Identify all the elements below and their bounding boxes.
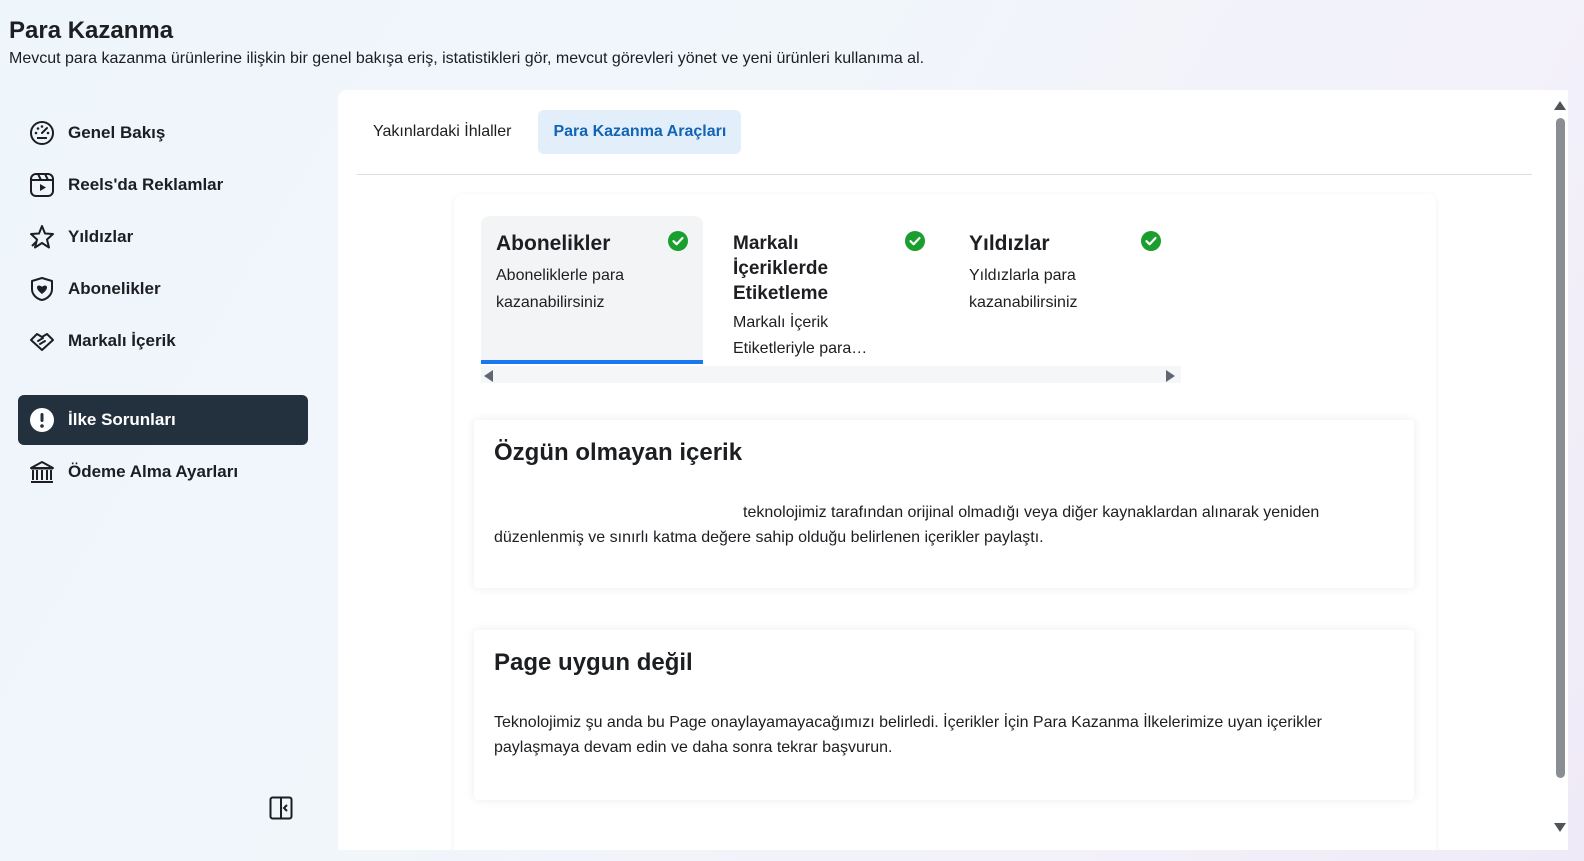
carousel-scrollbar[interactable] bbox=[481, 366, 1181, 383]
heart-shield-icon bbox=[28, 275, 56, 303]
sidebar: Genel Bakış Reels'da Reklamlar Yıldızlar… bbox=[18, 108, 308, 499]
product-description: Markalı İçerik Etiketleriyle para… bbox=[733, 314, 868, 357]
product-card-stars[interactable]: Yıldızlar Yıldızlarla para kazanabilirsi… bbox=[954, 216, 1176, 364]
tab-recent-violations[interactable]: Yakınlardaki İhlaller bbox=[358, 110, 526, 154]
selected-indicator bbox=[481, 360, 703, 364]
monetization-tools-card: Abonelikler Aboneliklerle para kazanabil… bbox=[454, 194, 1436, 850]
alert-icon bbox=[28, 406, 56, 434]
main-scrollbar[interactable] bbox=[1552, 90, 1568, 850]
scroll-up-icon[interactable] bbox=[1554, 97, 1566, 115]
sidebar-item-label: Reels'da Reklamlar bbox=[68, 175, 224, 194]
product-title: Yıldızlar bbox=[969, 232, 1050, 255]
sidebar-item-label: Ödeme Alma Ayarları bbox=[68, 462, 239, 481]
issue-title: Page uygun değil bbox=[494, 649, 693, 676]
product-title: Abonelikler bbox=[496, 232, 611, 255]
main-panel: Yakınlardaki İhlaller Para Kazanma Araçl… bbox=[338, 90, 1552, 850]
sidebar-item-overview[interactable]: Genel Bakış bbox=[18, 108, 308, 158]
issue-card-unoriginal-content: Özgün olmayan içerik teknolojimiz tarafı… bbox=[474, 420, 1414, 588]
issue-text: teknolojimiz tarafından orijinal olmadığ… bbox=[494, 504, 1320, 546]
scroll-right-icon[interactable] bbox=[1165, 369, 1175, 387]
product-title: Markalı İçeriklerde Etiketleme bbox=[733, 233, 829, 304]
tab-bar: Yakınlardaki İhlaller Para Kazanma Araçl… bbox=[358, 110, 742, 154]
issue-card-page-not-eligible: Page uygun değil Teknolojimiz şu anda bu… bbox=[474, 630, 1414, 800]
sidebar-item-label: Abonelikler bbox=[68, 279, 161, 298]
check-circle-icon bbox=[667, 230, 689, 252]
reels-icon bbox=[28, 171, 56, 199]
bank-icon bbox=[28, 458, 56, 486]
product-card-subscriptions[interactable]: Abonelikler Aboneliklerle para kazanabil… bbox=[481, 216, 703, 364]
sidebar-item-policy-issues[interactable]: İlke Sorunları bbox=[18, 395, 308, 445]
product-description: Aboneliklerle para kazanabilirsiniz bbox=[496, 267, 625, 311]
handshake-icon bbox=[28, 327, 56, 355]
scroll-left-icon[interactable] bbox=[484, 369, 494, 387]
issue-text-wrapper: teknolojimiz tarafından orijinal olmadığ… bbox=[494, 500, 1374, 550]
sidebar-item-label: İlke Sorunları bbox=[68, 410, 176, 429]
sidebar-separator bbox=[18, 368, 308, 395]
sidebar-item-label: Genel Bakış bbox=[68, 123, 166, 142]
page-header: Para Kazanma Mevcut para kazanma ürünler… bbox=[9, 16, 1509, 72]
sidebar-item-label: Yıldızlar bbox=[68, 227, 134, 246]
check-circle-icon bbox=[1140, 230, 1162, 252]
product-card-branded-content-tagging[interactable]: Markalı İçeriklerde Etiketleme Markalı İ… bbox=[718, 216, 940, 364]
issue-title: Özgün olmayan içerik bbox=[494, 439, 743, 466]
sidebar-collapse-icon bbox=[269, 796, 293, 825]
issue-text: Teknolojimiz şu anda bu Page onaylayamay… bbox=[494, 714, 1322, 756]
sidebar-item-label: Markalı İçerik bbox=[68, 331, 176, 350]
dashboard-icon bbox=[28, 119, 56, 147]
sidebar-item-reels-ads[interactable]: Reels'da Reklamlar bbox=[18, 160, 308, 210]
sidebar-item-branded-content[interactable]: Markalı İçerik bbox=[18, 316, 308, 366]
sidebar-item-payout-settings[interactable]: Ödeme Alma Ayarları bbox=[18, 447, 308, 497]
page-title: Para Kazanma bbox=[9, 17, 174, 44]
sidebar-item-stars[interactable]: Yıldızlar bbox=[18, 212, 308, 262]
scrollbar-thumb[interactable] bbox=[1556, 118, 1565, 778]
star-icon bbox=[28, 223, 56, 251]
tabs-divider bbox=[357, 174, 1532, 175]
scroll-down-icon[interactable] bbox=[1554, 820, 1566, 838]
page-subtitle: Mevcut para kazanma ürünlerine ilişkin b… bbox=[9, 50, 925, 67]
product-carousel: Abonelikler Aboneliklerle para kazanabil… bbox=[481, 216, 1181, 364]
sidebar-item-subscriptions[interactable]: Abonelikler bbox=[18, 264, 308, 314]
product-description: Yıldızlarla para kazanabilirsiniz bbox=[969, 267, 1078, 311]
tab-monetization-tools[interactable]: Para Kazanma Araçları bbox=[538, 110, 742, 154]
collapse-sidebar-button[interactable] bbox=[268, 796, 294, 825]
check-circle-icon bbox=[904, 230, 926, 252]
